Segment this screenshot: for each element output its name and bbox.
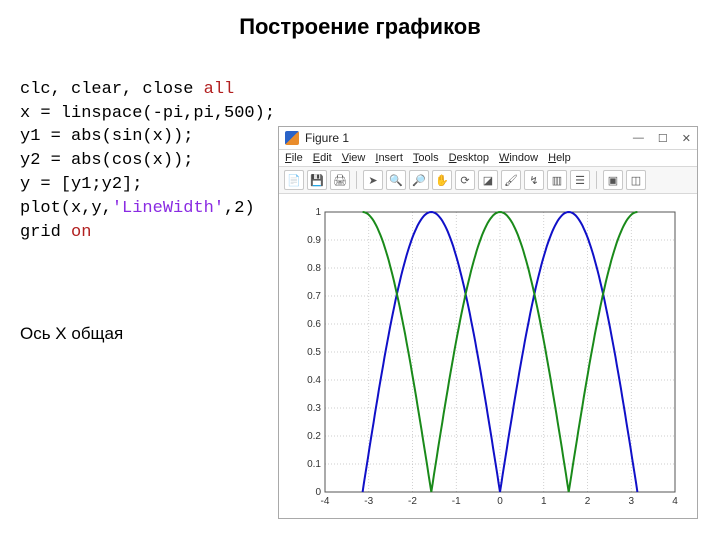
chart-canvas: -4 -3 -2 -1 0 1 2 3 4 0 0.1 0.2 0.3 0.4 0.5 0.6 0.7 0.8 0.… (285, 204, 685, 514)
pointer-icon[interactable]: ➤ (363, 170, 383, 190)
svg-text:0.2: 0.2 (307, 431, 321, 442)
svg-text:0.1: 0.1 (307, 459, 321, 470)
code-l7a: grid (20, 223, 71, 242)
svg-text:0.9: 0.9 (307, 235, 321, 246)
svg-text:0.4: 0.4 (307, 375, 321, 386)
maximize-button[interactable]: ☐ (658, 132, 668, 145)
code-l5: y = [y1;y2]; (20, 175, 142, 194)
minimize-button[interactable]: — (633, 132, 644, 145)
svg-text:-2: -2 (408, 496, 417, 507)
svg-text:-1: -1 (452, 496, 461, 507)
brush-icon[interactable]: 🖌 (501, 170, 521, 190)
page-title: Построение графиков (20, 14, 700, 40)
svg-text:1: 1 (541, 496, 547, 507)
svg-text:1: 1 (315, 207, 321, 218)
svg-text:0: 0 (497, 496, 503, 507)
code-l3: y1 = abs(sin(x)); (20, 127, 193, 146)
save-icon[interactable]: 💾 (307, 170, 327, 190)
dock-icon[interactable]: ▣ (603, 170, 623, 190)
svg-text:-4: -4 (321, 496, 330, 507)
code-l7b: on (71, 223, 91, 242)
code-l6a: plot(x,y, (20, 199, 112, 218)
svg-text:2: 2 (585, 496, 591, 507)
new-figure-icon[interactable]: 📄 (284, 170, 304, 190)
colorbar-icon[interactable]: ▥ (547, 170, 567, 190)
matlab-icon (285, 131, 299, 145)
legend-icon[interactable]: ☰ (570, 170, 590, 190)
figure-menubar: File Edit View Insert Tools Desktop Wind… (279, 150, 697, 167)
svg-text:0.3: 0.3 (307, 403, 321, 414)
menu-file[interactable]: File (285, 152, 303, 164)
menu-insert[interactable]: Insert (375, 152, 403, 164)
print-icon[interactable]: 🖨 (330, 170, 350, 190)
figure-title: Figure 1 (305, 131, 633, 145)
zoom-out-icon[interactable]: 🔎 (409, 170, 429, 190)
code-l1a: clc, clear, close (20, 80, 204, 99)
layout-icon[interactable]: ◫ (626, 170, 646, 190)
code-l1b: all (204, 80, 235, 99)
rotate-icon[interactable]: ⟳ (455, 170, 475, 190)
figure-toolbar: 📄 💾 🖨 ➤ 🔍 🔎 ✋ ⟳ ◪ 🖌 ↯ ▥ ☰ ▣ ◫ (279, 167, 697, 194)
code-l6c: ,2) (224, 199, 255, 218)
svg-text:0.6: 0.6 (307, 319, 321, 330)
menu-edit[interactable]: Edit (313, 152, 332, 164)
menu-desktop[interactable]: Desktop (449, 152, 489, 164)
figure-titlebar: Figure 1 — ☐ ✕ (279, 127, 697, 150)
menu-view[interactable]: View (342, 152, 366, 164)
svg-text:-3: -3 (364, 496, 373, 507)
menu-tools[interactable]: Tools (413, 152, 439, 164)
pan-icon[interactable]: ✋ (432, 170, 452, 190)
svg-text:0: 0 (315, 487, 321, 498)
zoom-in-icon[interactable]: 🔍 (386, 170, 406, 190)
plot-area: -4 -3 -2 -1 0 1 2 3 4 0 0.1 0.2 0.3 0.4 0.5 0.6 0.7 0.8 0.… (279, 194, 697, 518)
menu-window[interactable]: Window (499, 152, 538, 164)
toolbar-separator (356, 171, 357, 189)
code-l4: y2 = abs(cos(x)); (20, 151, 193, 170)
svg-text:4: 4 (672, 496, 678, 507)
code-l2: x = linspace(-pi,pi,500); (20, 104, 275, 123)
link-icon[interactable]: ↯ (524, 170, 544, 190)
figure-window: Figure 1 — ☐ ✕ File Edit View Insert Too… (278, 126, 698, 519)
svg-text:3: 3 (628, 496, 634, 507)
svg-text:0.5: 0.5 (307, 347, 321, 358)
code-l6b: 'LineWidth' (112, 199, 224, 218)
menu-help[interactable]: Help (548, 152, 571, 164)
svg-text:0.8: 0.8 (307, 263, 321, 274)
datatip-icon[interactable]: ◪ (478, 170, 498, 190)
toolbar-separator (596, 171, 597, 189)
svg-text:0.7: 0.7 (307, 291, 321, 302)
close-button[interactable]: ✕ (682, 132, 691, 145)
